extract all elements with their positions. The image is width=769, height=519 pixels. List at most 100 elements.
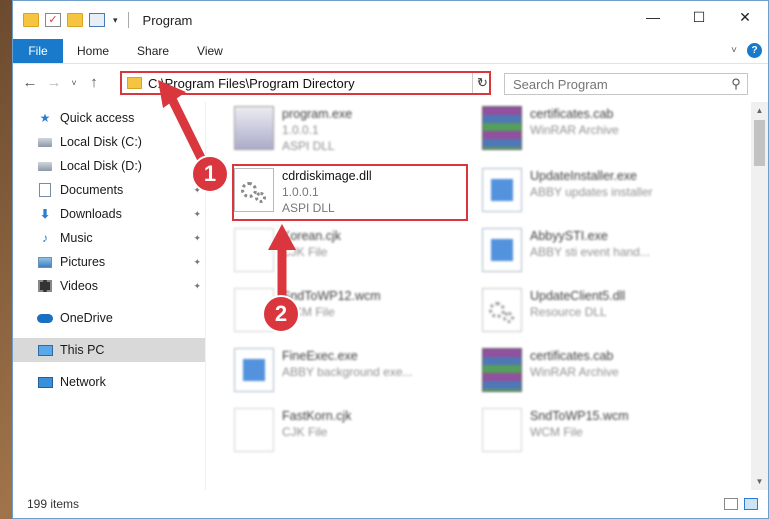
drive-icon: [37, 135, 53, 149]
scroll-up-icon[interactable]: ▲: [751, 102, 768, 119]
file-description: ABBY updates installer: [530, 185, 653, 199]
large-icons-view-icon[interactable]: [744, 498, 758, 510]
sidebar-item-documents[interactable]: Documents ✦: [13, 178, 205, 202]
window-app-icon: [482, 168, 522, 212]
tab-share[interactable]: Share: [123, 39, 183, 63]
new-folder-icon[interactable]: [67, 13, 83, 27]
pin-icon[interactable]: ✦: [193, 281, 201, 292]
step-2-badge: 2: [262, 295, 300, 333]
file-version: 1.0.0.1: [282, 123, 319, 137]
tab-home[interactable]: Home: [63, 39, 123, 63]
qat-dropdown-icon[interactable]: ▾: [113, 15, 118, 26]
customize-icon[interactable]: [89, 13, 105, 27]
sidebar-item-quick-access[interactable]: ★ Quick access: [13, 106, 205, 130]
file-item[interactable]: FineExec.exe ABBY background exe...: [226, 344, 462, 404]
file-name: FineExec.exe: [282, 349, 358, 363]
sidebar-item-downloads[interactable]: ⬇ Downloads ✦: [13, 202, 205, 226]
back-button[interactable]: ←: [19, 74, 41, 91]
sidebar-item-pictures[interactable]: Pictures ✦: [13, 250, 205, 274]
forward-button[interactable]: →: [43, 74, 65, 91]
step-1-badge: 1: [191, 155, 229, 193]
file-description: ABBY sti event hand...: [530, 245, 650, 259]
this-pc-icon: [37, 343, 53, 357]
title-bar: ✓ ▾ Program — ☐ ✕: [13, 1, 768, 39]
videos-icon: [37, 279, 53, 293]
window-controls: — ☐ ✕: [630, 1, 768, 33]
file-name: certificates.cab: [530, 349, 614, 363]
music-icon: ♪: [42, 231, 48, 245]
file-name: AbbyySTI.exe: [530, 229, 608, 243]
file-item[interactable]: UpdateClient5.dll Resource DLL: [474, 284, 710, 344]
close-button[interactable]: ✕: [722, 1, 768, 33]
sidebar-item-music[interactable]: ♪ Music ✦: [13, 226, 205, 250]
explorer-window: ✓ ▾ Program — ☐ ✕ File Home Share View ˅…: [12, 0, 769, 519]
window-app-icon: [234, 348, 274, 392]
file-type: Resource DLL: [530, 305, 607, 319]
expand-ribbon-icon[interactable]: ˅: [731, 45, 737, 56]
scroll-thumb[interactable]: [754, 120, 765, 166]
file-type: CJK File: [282, 245, 328, 259]
sidebar-item-label: Pictures: [60, 255, 106, 269]
sidebar-item-videos[interactable]: Videos ✦: [13, 274, 205, 298]
file-list: program.exe 1.0.0.1 ASPI DLL cdrdiskimag…: [206, 102, 768, 490]
winrar-icon: [482, 106, 522, 150]
tab-file[interactable]: File: [13, 39, 63, 63]
address-row: ← → ˅ ↑ C:\Program Files\Program Directo…: [13, 63, 768, 101]
sidebar-item-label: Local Disk (C:): [60, 135, 142, 149]
minimize-button[interactable]: —: [630, 1, 676, 33]
pictures-icon: [37, 255, 53, 269]
file-type: WCM File: [530, 425, 583, 439]
up-button[interactable]: ↑: [83, 74, 105, 91]
sidebar-item-onedrive[interactable]: OneDrive: [13, 306, 205, 330]
documents-icon: [37, 183, 53, 197]
file-type: WinRAR Archive: [530, 123, 619, 137]
dll-gears-icon: [482, 288, 522, 332]
help-icon[interactable]: ?: [747, 43, 762, 58]
file-name: UpdateClient5.dll: [530, 289, 626, 303]
details-view-icon[interactable]: [724, 498, 738, 510]
pin-icon[interactable]: ✦: [193, 257, 201, 268]
file-item[interactable]: certificates.cab WinRAR Archive: [474, 102, 710, 162]
file-name: SndToWP12.wcm: [282, 289, 381, 303]
tab-view[interactable]: View: [183, 39, 237, 63]
recent-locations-button[interactable]: ˅: [67, 78, 81, 88]
star-icon: ★: [39, 111, 51, 125]
sidebar-item-local-disk-c[interactable]: Local Disk (C:): [13, 130, 205, 154]
maximize-button[interactable]: ☐: [676, 1, 722, 33]
navigation-buttons: ← → ˅ ↑: [13, 74, 105, 91]
pin-icon[interactable]: ✦: [193, 233, 201, 244]
address-path[interactable]: C:\Program Files\Program Directory: [148, 76, 471, 91]
sidebar-item-network[interactable]: Network: [13, 370, 205, 394]
ribbon-tabs: File Home Share View ˅ ?: [13, 39, 768, 63]
search-icon[interactable]: ⚲: [725, 76, 747, 92]
file-item[interactable]: AbbyySTI.exe ABBY sti event hand...: [474, 224, 710, 284]
sidebar-item-this-pc[interactable]: This PC: [13, 338, 205, 362]
pin-icon[interactable]: ✦: [193, 209, 201, 220]
downloads-icon: ⬇: [39, 207, 51, 221]
sidebar-item-local-disk-d[interactable]: Local Disk (D:): [13, 154, 205, 178]
file-item[interactable]: Korean.cjk CJK File: [226, 224, 462, 284]
onedrive-icon: [37, 311, 53, 325]
file-item[interactable]: UpdateInstaller.exe ABBY updates install…: [474, 164, 710, 224]
sidebar-item-label: Quick access: [60, 111, 135, 125]
file-item[interactable]: certificates.cab WinRAR Archive: [474, 344, 710, 404]
file-type: CJK File: [282, 425, 328, 439]
file-type: WinRAR Archive: [530, 365, 619, 379]
search-box[interactable]: ⚲: [504, 73, 748, 95]
scroll-down-icon[interactable]: ▼: [751, 473, 768, 490]
properties-check-icon[interactable]: ✓: [45, 13, 61, 27]
network-icon: [37, 375, 53, 389]
refresh-button[interactable]: ↻: [472, 73, 492, 93]
quick-access-toolbar: ✓ ▾ Program: [13, 12, 192, 28]
main-area: ★ Quick access Local Disk (C:) Local Dis…: [13, 102, 768, 490]
file-item[interactable]: SndToWP15.wcm WCM File: [474, 404, 710, 464]
file-item[interactable]: program.exe 1.0.0.1 ASPI DLL: [226, 102, 462, 162]
address-bar[interactable]: C:\Program Files\Program Directory ˅: [120, 71, 491, 95]
sidebar-item-label: Downloads: [60, 207, 122, 221]
file-item[interactable]: FastKorn.cjk CJK File: [226, 404, 462, 464]
vertical-scrollbar[interactable]: ▲ ▼: [751, 102, 768, 490]
window-app-icon: [482, 228, 522, 272]
blank-file-icon: [234, 228, 274, 272]
sidebar-item-label: This PC: [60, 343, 105, 357]
search-input[interactable]: [513, 76, 725, 92]
